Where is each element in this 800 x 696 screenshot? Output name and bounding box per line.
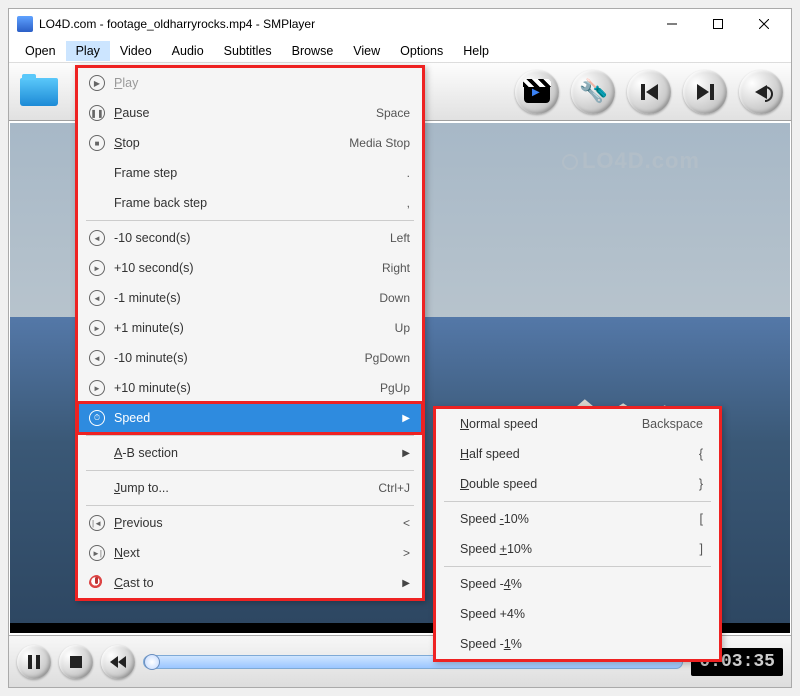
speed-speed-4-[interactable]: Speed +4% [436,599,719,629]
submenu-arrow-icon: ▶ [394,448,410,459]
menu-audio[interactable]: Audio [162,41,214,61]
fwd-icon: ► [89,320,105,336]
menu-video[interactable]: Video [110,41,162,61]
menu-frame-back-step[interactable]: Frame back step, [78,188,422,218]
back-icon: ◄ [89,290,105,306]
minimize-button[interactable] [649,9,695,39]
menu-view[interactable]: View [343,41,390,61]
seek-thumb[interactable] [144,654,160,670]
pause-icon [28,655,40,669]
app-icon [17,16,33,32]
menu--10-minute-s-[interactable]: ►+10 minute(s)PgUp [78,373,422,403]
speed-half-speed[interactable]: Half speed{ [436,439,719,469]
menu-speed[interactable]: ⏱ Speed ▶ [78,403,422,433]
menu--10-second-s-[interactable]: ◄-10 second(s)Left [78,223,422,253]
maximize-button[interactable] [695,9,741,39]
menu--1-minute-s-[interactable]: ◄-1 minute(s)Down [78,283,422,313]
rewind-icon [110,656,126,668]
play-dropdown: ▶Play❚❚PauseSpace■StopMedia StopFrame st… [75,65,425,601]
submenu-arrow-icon: ▶ [394,413,410,424]
close-button[interactable] [741,9,787,39]
menu-a-b-section[interactable]: A-B section▶ [78,438,422,468]
volume-button[interactable] [739,70,783,114]
fwd-icon: ► [89,380,105,396]
window-title: LO4D.com - footage_oldharryrocks.mp4 - S… [39,17,649,31]
next-icon: ►| [89,545,105,561]
skip-previous-icon [641,84,658,100]
menu--10-second-s-[interactable]: ►+10 second(s)Right [78,253,422,283]
app-window: LO4D.com - footage_oldharryrocks.mp4 - S… [8,8,792,688]
back-icon: ◄ [89,350,105,366]
next-button[interactable] [683,70,727,114]
clapperboard-icon [524,81,550,103]
skip-next-icon [697,84,714,100]
menu-frame-step[interactable]: Frame step. [78,158,422,188]
speed-icon: ⏱ [89,410,105,426]
speaker-icon [755,85,767,99]
menu-pause[interactable]: ❚❚PauseSpace [78,98,422,128]
menu-options[interactable]: Options [390,41,453,61]
speed-speed-4-[interactable]: Speed -4% [436,569,719,599]
previous-button[interactable] [627,70,671,114]
speed-speed-10-[interactable]: Speed +10%] [436,534,719,564]
menu--10-minute-s-[interactable]: ◄-10 minute(s)PgDown [78,343,422,373]
menubar: Open Play Video Audio Subtitles Browse V… [9,39,791,63]
preferences-button[interactable] [571,70,615,114]
menu-open[interactable]: Open [15,41,66,61]
menu-help[interactable]: Help [453,41,499,61]
folder-icon [20,78,58,106]
fwd-icon: ► [89,260,105,276]
menu-play: ▶Play [78,68,422,98]
menu-cast-to[interactable]: Cast to▶ [78,568,422,598]
menu-next[interactable]: ►|Next> [78,538,422,568]
tools-icon [579,78,607,106]
rewind-button[interactable] [101,645,135,679]
menu-previous[interactable]: |◄Previous< [78,508,422,538]
menu-subtitles[interactable]: Subtitles [214,41,282,61]
speed-submenu: Normal speedBackspaceHalf speed{Double s… [433,406,722,662]
pause-button[interactable] [17,645,51,679]
menu-stop[interactable]: ■StopMedia Stop [78,128,422,158]
back-icon: ◄ [89,230,105,246]
submenu-arrow-icon: ▶ [394,578,410,589]
speed-double-speed[interactable]: Double speed} [436,469,719,499]
stop-icon [70,656,82,668]
prev-icon: |◄ [89,515,105,531]
open-file-button[interactable] [17,70,61,114]
speed-normal-speed[interactable]: Normal speedBackspace [436,409,719,439]
menu-jump-to-[interactable]: Jump to...Ctrl+J [78,473,422,503]
pause-icon: ❚❚ [89,105,105,121]
stop-icon: ■ [89,135,105,151]
menu-play[interactable]: Play [66,41,110,61]
media-library-button[interactable] [515,70,559,114]
titlebar: LO4D.com - footage_oldharryrocks.mp4 - S… [9,9,791,39]
play-icon: ▶ [89,75,105,91]
watermark: LO4D.com [562,148,700,174]
menu--1-minute-s-[interactable]: ►+1 minute(s)Up [78,313,422,343]
speed-speed-1-[interactable]: Speed -1% [436,629,719,659]
menu-browse[interactable]: Browse [282,41,344,61]
cast-icon [89,575,105,591]
stop-button[interactable] [59,645,93,679]
speed-speed-10-[interactable]: Speed -10%[ [436,504,719,534]
